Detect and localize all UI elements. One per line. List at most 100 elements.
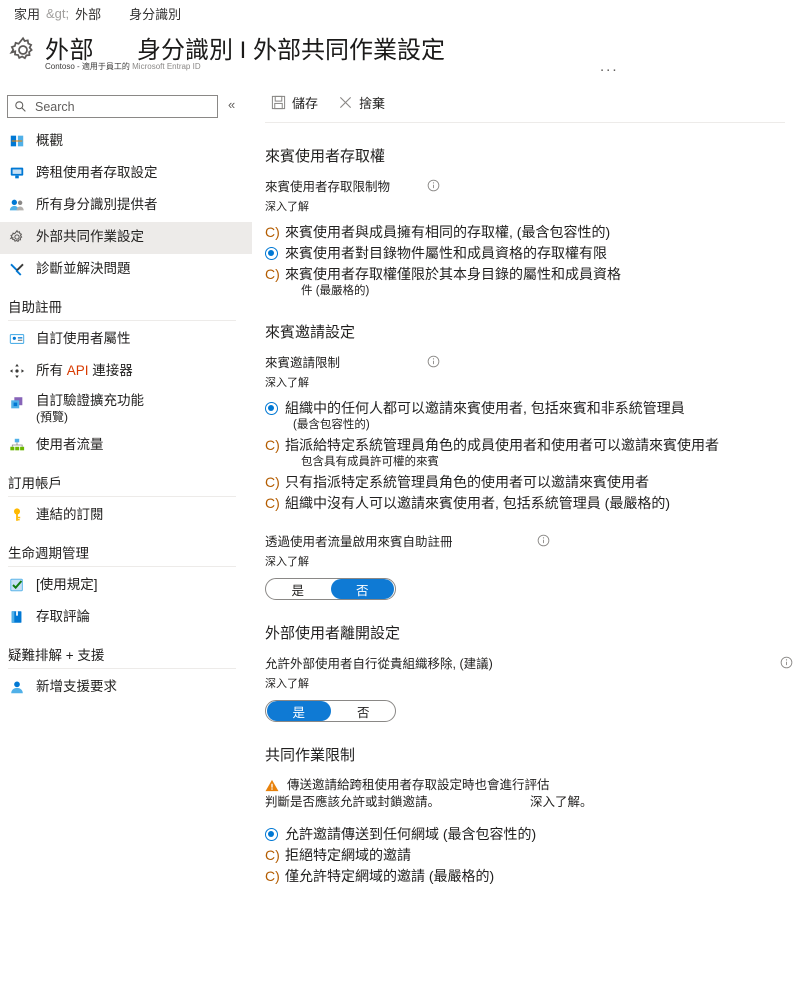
radio-option[interactable]: 允許邀請傳送到任何網域 (最含包容性的): [265, 824, 793, 844]
sidebar-item-user-flows[interactable]: 使用者流量: [0, 430, 252, 462]
sidebar-item-label-main: 自訂驗證擴充功能: [36, 393, 144, 408]
toggle-option-yes[interactable]: 是: [266, 579, 330, 599]
radio-option[interactable]: C) 只有指派特定系統管理員角色的使用者可以邀請來賓使用者: [265, 472, 793, 492]
search-box[interactable]: [7, 95, 218, 118]
breadcrumb-external[interactable]: 外部: [75, 4, 101, 23]
learn-more-link[interactable]: 深入了解: [265, 553, 793, 569]
info-icon[interactable]: [427, 179, 440, 192]
field-label-text: 允許外部使用者自行從貴組織移除, (建議): [265, 657, 493, 671]
radio-option-label: 組織中沒有人可以邀請來賓使用者, 包括系統管理員 (最嚴格的): [285, 495, 670, 511]
sidebar-item-api-connectors[interactable]: 所有 API 連接器: [0, 356, 252, 388]
save-icon: [271, 95, 286, 110]
gear-icon: [8, 35, 38, 65]
radio-unselected-icon: C): [265, 266, 280, 282]
sidebar-item-cross-tenant-access[interactable]: 跨租使用者存取設定: [0, 158, 252, 190]
section-title-external-user-leave: 外部使用者離開設定: [265, 625, 401, 642]
radio-option[interactable]: C) 組織中沒有人可以邀請來賓使用者, 包括系統管理員 (最嚴格的): [265, 493, 793, 513]
close-x-icon: [338, 95, 353, 110]
toggle-option-yes[interactable]: 是: [267, 701, 331, 721]
warning-line-1: 傳送邀請給跨租使用者存取設定時也會進行評估: [287, 778, 550, 792]
radio-option[interactable]: C) 來賓使用者存取權僅限於其本身目錄的屬性和成員資格: [265, 264, 793, 284]
breadcrumb-separator: &gt;: [46, 6, 70, 21]
search-icon: [14, 100, 27, 113]
key-icon: [8, 506, 26, 524]
field-label-allow-self-removal: 允許外部使用者自行從貴組織移除, (建議): [265, 653, 793, 672]
sidebar-item-terms-of-use[interactable]: [使用規定]: [0, 570, 252, 602]
id-card-icon: [8, 330, 26, 348]
learn-more-link[interactable]: 深入了解。: [530, 794, 593, 810]
sidebar-item-custom-auth-extensions[interactable]: 自訂驗證擴充功能 (預覽): [0, 388, 252, 430]
sidebar-group-lifecycle: 生命週期管理: [0, 542, 252, 567]
field-label-guest-invite: 來賓邀請限制: [265, 352, 793, 371]
sidebar-item-diagnose[interactable]: 診斷並解決問題: [0, 254, 252, 286]
divider: [8, 566, 236, 567]
radio-option-label: 只有指派特定系統管理員角色的使用者可以邀請來賓使用者: [285, 474, 649, 490]
breadcrumb-home[interactable]: 家用: [14, 4, 40, 23]
sidebar-group-title: 生命週期管理: [8, 546, 89, 561]
sidebar-group-self-service: 自助註冊: [0, 296, 252, 321]
radio-selected-icon: [265, 247, 278, 260]
connector-icon: [8, 362, 26, 380]
section-title-guest-invite: 來賓邀請設定: [265, 324, 356, 341]
learn-more-link[interactable]: 深入了解: [265, 198, 793, 214]
radio-unselected-icon: C): [265, 437, 280, 453]
tenant-product: Microsoft Entrap ID: [132, 62, 201, 71]
sidebar-item-label: 使用者流量: [36, 437, 104, 452]
warning-text: 傳送邀請給跨租使用者存取設定時也會進行評估: [287, 777, 550, 793]
learn-more-link[interactable]: 深入了解: [265, 374, 793, 390]
sidebar-item-label: 自訂驗證擴充功能 (預覽): [36, 393, 144, 425]
sidebar-item-new-support-request[interactable]: 新增支援要求: [0, 672, 252, 704]
search-input[interactable]: [33, 98, 203, 115]
breadcrumb-identity[interactable]: 身分識別: [129, 4, 181, 23]
radio-option-label: 指派給特定系統管理員角色的成員使用者和使用者可以邀請來賓使用者: [285, 437, 719, 453]
info-icon[interactable]: [780, 656, 793, 669]
field-label-text: 來賓邀請限制: [265, 356, 341, 370]
sidebar-item-identity-providers[interactable]: 所有身分識別提供者: [0, 190, 252, 222]
radio-option[interactable]: C) 僅允許特定網域的邀請 (最嚴格的): [265, 866, 793, 886]
radio-unselected-icon: C): [265, 495, 280, 511]
radio-option[interactable]: 組織中的任何人都可以邀請來賓使用者, 包括來賓和非系統管理員: [265, 398, 793, 418]
radio-option[interactable]: C) 來賓使用者與成員擁有相同的存取權, (最含包容性的): [265, 222, 793, 242]
sidebar-item-overview[interactable]: 概觀: [0, 126, 252, 158]
sidebar-group-support: 疑難排解 + 支援: [0, 644, 252, 669]
users-icon: [8, 196, 26, 214]
more-options-button[interactable]: ...: [600, 59, 619, 74]
sidebar-group-title: 自助註冊: [8, 300, 62, 315]
radio-group-guest-access: C) 來賓使用者與成員擁有相同的存取權, (最含包容性的) 來賓使用者對目錄物件…: [265, 222, 793, 299]
sidebar-item-label: 存取評論: [36, 609, 90, 624]
sidebar-item-label: 概觀: [36, 133, 63, 148]
discard-button[interactable]: 捨棄: [332, 91, 391, 114]
radio-unselected-icon: C): [265, 224, 280, 240]
tenant-name: Contoso - 適用于員工的: [45, 62, 130, 71]
learn-more-link[interactable]: 深入了解: [265, 675, 793, 691]
sidebar-item-label-sub: (預覽): [36, 410, 68, 424]
sidebar-item-external-collaboration-settings[interactable]: 外部共同作業設定: [0, 222, 252, 254]
section-title-collaboration-restrictions: 共同作業限制: [265, 747, 356, 764]
toggle-allow-self-removal[interactable]: 是 否: [265, 700, 396, 722]
section-title-guest-access: 來賓使用者存取權: [265, 148, 386, 165]
collapse-sidebar-button[interactable]: «: [228, 98, 235, 111]
toggle-option-no[interactable]: 否: [332, 701, 396, 721]
sidebar-item-linked-subscriptions[interactable]: 連結的訂閱: [0, 500, 252, 532]
warning-triangle-icon: [265, 779, 279, 792]
sidebar-item-access-reviews[interactable]: 存取評論: [0, 602, 252, 634]
sidebar-group-title: 疑難排解 + 支援: [8, 648, 105, 663]
book-icon: [8, 608, 26, 626]
radio-option[interactable]: C) 指派給特定系統管理員角色的成員使用者和使用者可以邀請來賓使用者: [265, 435, 793, 455]
breadcrumb: 家用 &gt; 外部 身分識別: [14, 4, 181, 23]
toggle-self-service-signup[interactable]: 是 否: [265, 578, 396, 600]
sidebar-item-custom-user-attributes[interactable]: 自訂使用者屬性: [0, 324, 252, 356]
radio-option-label: 來賓使用者存取權僅限於其本身目錄的屬性和成員資格: [285, 266, 621, 282]
save-button-label: 儲存: [292, 95, 319, 111]
sidebar-item-label: 診斷並解決問題: [36, 261, 131, 276]
sidebar-item-label: 外部共同作業設定: [36, 229, 144, 244]
radio-option[interactable]: 來賓使用者對目錄物件屬性和成員資格的存取權有限: [265, 243, 793, 263]
radio-option[interactable]: C) 拒絕特定網域的邀請: [265, 845, 793, 865]
checkbox-icon: [8, 576, 26, 594]
radio-unselected-icon: C): [265, 868, 280, 884]
info-icon[interactable]: [427, 355, 440, 368]
save-button[interactable]: 儲存: [265, 91, 324, 114]
support-person-icon: [8, 678, 26, 696]
info-icon[interactable]: [537, 534, 550, 547]
toggle-option-no[interactable]: 否: [330, 579, 394, 599]
